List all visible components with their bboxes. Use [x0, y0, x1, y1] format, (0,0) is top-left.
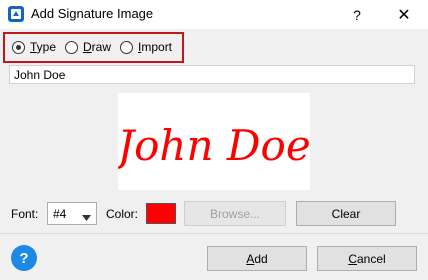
- add-button[interactable]: Add: [207, 246, 307, 271]
- clear-button[interactable]: Clear: [296, 201, 396, 226]
- radio-type-label: Type: [30, 40, 57, 54]
- font-select[interactable]: #4: [47, 202, 97, 225]
- font-select-value: #4: [53, 207, 67, 221]
- radio-import[interactable]: Import: [120, 40, 172, 54]
- close-button[interactable]: ✕: [386, 0, 422, 30]
- radio-circle: [120, 40, 133, 54]
- color-swatch-button[interactable]: [146, 203, 176, 224]
- radio-dot: [16, 44, 21, 50]
- signature-text: John Doe: [118, 121, 310, 170]
- radio-draw[interactable]: Draw: [65, 40, 111, 54]
- signature-preview: John Doe: [118, 93, 310, 190]
- radio-circle: [12, 40, 25, 54]
- color-label: Color:: [106, 207, 139, 221]
- signature-name-input[interactable]: [9, 65, 415, 84]
- radio-draw-label: Draw: [83, 40, 112, 54]
- font-label: Font:: [11, 207, 39, 221]
- radio-type[interactable]: Type: [12, 40, 56, 54]
- cancel-button[interactable]: Cancel: [317, 246, 417, 271]
- title-bar: Add Signature Image ? ✕: [0, 0, 428, 30]
- app-icon: [8, 6, 24, 22]
- chevron-down-icon: [82, 210, 91, 224]
- window-title: Add Signature Image: [31, 6, 154, 21]
- title-help-button[interactable]: ?: [339, 0, 375, 30]
- help-icon[interactable]: ?: [11, 245, 37, 271]
- radio-circle: [65, 40, 78, 54]
- radio-import-label: Import: [138, 40, 173, 54]
- browse-button[interactable]: Browse...: [184, 201, 286, 226]
